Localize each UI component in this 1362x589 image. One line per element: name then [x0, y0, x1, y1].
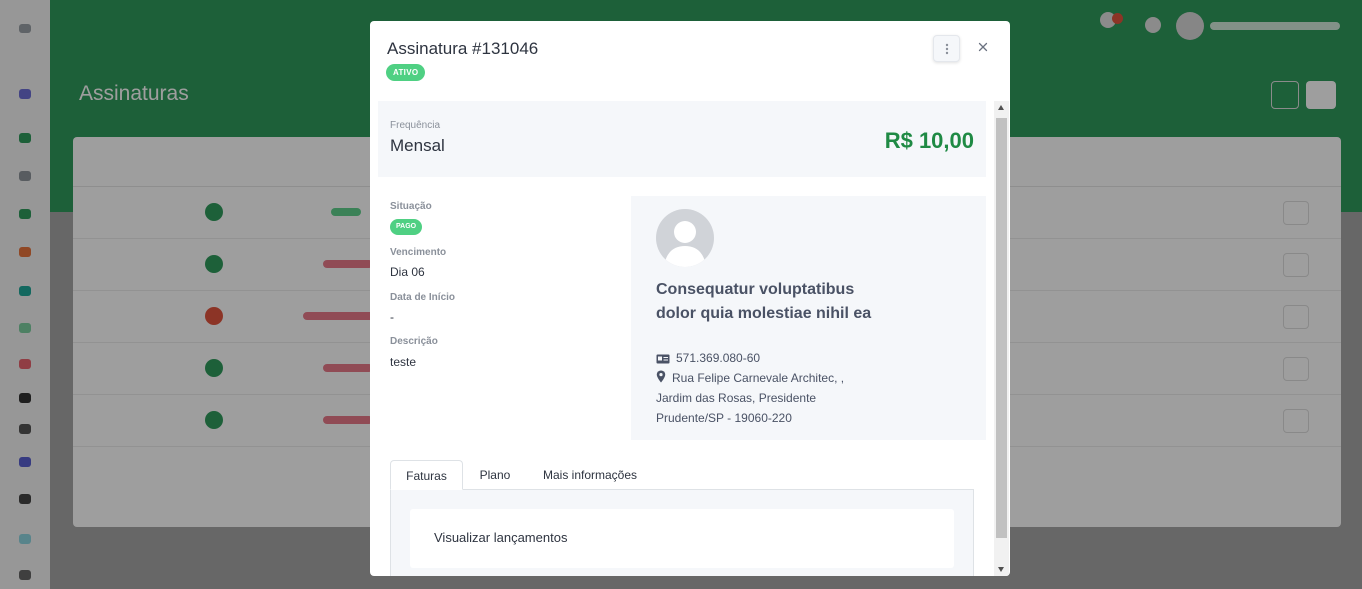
- scroll-up-arrow-icon[interactable]: [998, 105, 1004, 110]
- map-pin-icon: [656, 370, 666, 383]
- vencimento-label: Vencimento: [390, 247, 447, 258]
- subscription-price: R$ 10,00: [884, 128, 974, 153]
- descricao-value: teste: [390, 355, 417, 369]
- view-entries-card[interactable]: Visualizar lançamentos: [410, 509, 954, 568]
- tab-faturas[interactable]: Faturas: [390, 460, 463, 490]
- kebab-vertical-icon: [945, 43, 948, 54]
- modal-title: Assinatura #131046: [387, 39, 539, 58]
- data-inicio-value: -: [390, 310, 394, 324]
- customer-document: 571.369.080-60: [656, 348, 760, 368]
- view-entries-link[interactable]: Visualizar lançamentos: [434, 530, 567, 545]
- user-placeholder-icon: [664, 221, 706, 267]
- customer-card: Consequatur voluptatibus dolor quia mole…: [631, 196, 986, 440]
- tab-plano[interactable]: Plano: [470, 460, 520, 490]
- customer-name: Consequatur voluptatibus dolor quia mole…: [656, 281, 872, 322]
- frequency-value: Mensal: [390, 136, 445, 155]
- data-inicio-label: Data de Início: [390, 292, 456, 303]
- situacao-label: Situação: [390, 201, 432, 212]
- tab-panel-faturas: Visualizar lançamentos: [390, 490, 974, 576]
- close-icon: [978, 42, 988, 52]
- status-badge: ATIVO: [386, 64, 426, 81]
- scroll-down-arrow-icon[interactable]: [998, 567, 1004, 572]
- descricao-label: Descrição: [390, 336, 438, 347]
- id-card-icon: [656, 354, 670, 364]
- modal-scrollbar[interactable]: [994, 101, 1009, 576]
- customer-document-value: 571.369.080-60: [676, 351, 761, 365]
- modal-body[interactable]: Frequência Mensal R$ 10,00 Situação PAGO…: [378, 101, 994, 576]
- scroll-thumb[interactable]: [996, 118, 1007, 538]
- frequency-panel: Frequência Mensal R$ 10,00: [378, 101, 986, 177]
- payment-status-badge: PAGO: [390, 219, 423, 235]
- tab-mais-informacoes[interactable]: Mais informações: [535, 460, 645, 490]
- vencimento-value: Dia 06: [390, 265, 425, 279]
- close-button[interactable]: [974, 38, 992, 56]
- more-actions-button[interactable]: [933, 35, 960, 62]
- detail-tabs: Faturas Plano Mais informações: [390, 460, 974, 490]
- customer-address: Rua Felipe Carnevale Architec, , Jardim …: [656, 368, 871, 428]
- subscription-modal: Assinatura #131046 ATIVO Frequência Mens…: [370, 21, 1010, 576]
- avatar: [656, 209, 714, 267]
- frequency-label: Frequência: [390, 120, 441, 131]
- customer-address-value: Rua Felipe Carnevale Architec, , Jardim …: [656, 371, 845, 425]
